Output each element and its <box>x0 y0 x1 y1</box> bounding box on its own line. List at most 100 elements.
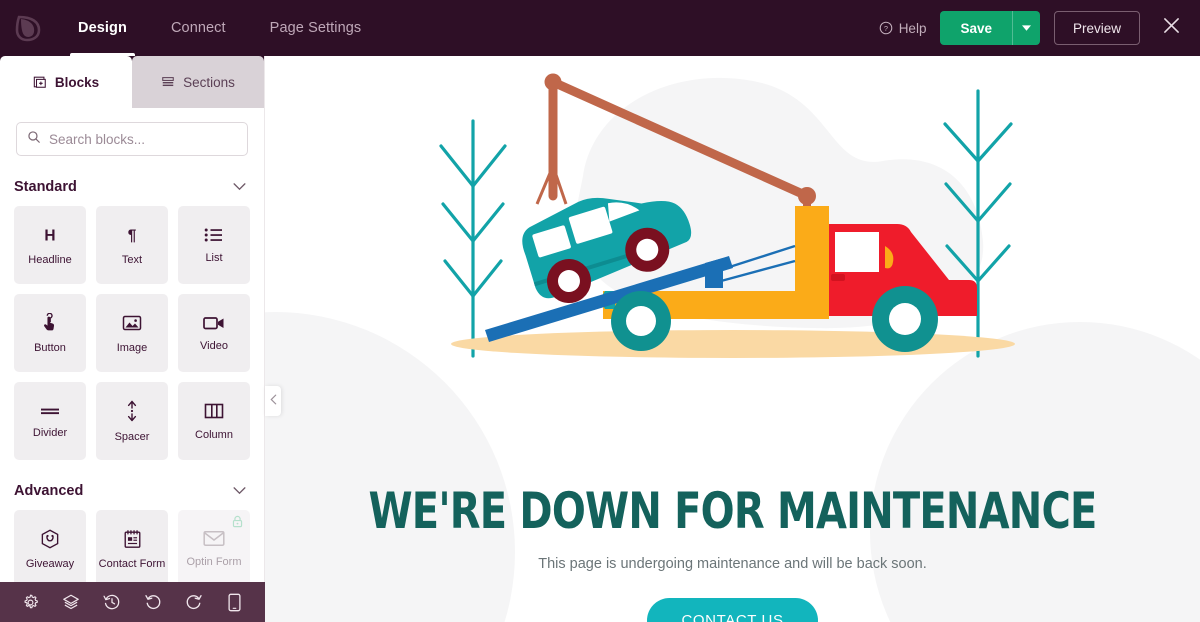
block-contact-form[interactable]: Contact Form <box>96 510 168 588</box>
page-canvas[interactable]: WE'RE DOWN FOR MAINTENANCE This page is … <box>265 56 1200 622</box>
help-button[interactable]: ? Help <box>879 20 927 36</box>
header-actions: ? Help Save Preview <box>879 11 1200 45</box>
giveaway-icon <box>40 528 60 549</box>
video-icon <box>203 315 225 331</box>
block-label: List <box>205 251 223 264</box>
layers-button[interactable] <box>56 587 86 617</box>
nav-item-page-settings[interactable]: Page Settings <box>248 0 384 56</box>
block-label: Divider <box>32 426 68 439</box>
gear-icon <box>22 594 39 611</box>
block-optin-form: Optin Form <box>178 510 250 588</box>
chevron-down-icon <box>233 482 246 500</box>
column-icon <box>204 402 224 420</box>
nav-label: Connect <box>170 20 226 36</box>
save-button-group: Save <box>940 11 1040 45</box>
leaf-logo-icon <box>13 13 43 43</box>
main-nav: Design Connect Page Settings <box>56 0 383 56</box>
block-label: Image <box>116 341 148 354</box>
undo-icon <box>144 593 162 611</box>
advanced-block-grid: Giveaway Contact Form Optin Form <box>0 510 264 588</box>
nav-item-connect[interactable]: Connect <box>149 0 248 56</box>
redo-icon <box>185 593 203 611</box>
bottom-toolbar <box>0 582 265 622</box>
logo[interactable] <box>0 13 56 43</box>
cta-wrapper: CONTACT US <box>265 598 1200 622</box>
search-area <box>0 108 264 166</box>
page-subtitle[interactable]: This page is undergoing maintenance and … <box>265 556 1200 572</box>
blocks-icon <box>33 75 47 89</box>
block-button[interactable]: Button <box>14 294 86 372</box>
envelope-icon <box>203 530 225 547</box>
headline-icon: H <box>40 225 60 245</box>
image-icon <box>122 313 142 333</box>
block-label: Spacer <box>114 430 150 443</box>
standard-block-grid: H Headline ¶ Text List Button Image Vide… <box>0 206 264 460</box>
block-label: Text <box>121 253 143 266</box>
contact-us-button[interactable]: CONTACT US <box>647 598 818 622</box>
left-sidebar: Blocks Sections Search blocks... Standar… <box>0 56 265 622</box>
nav-label: Page Settings <box>269 20 362 36</box>
block-video[interactable]: Video <box>178 294 250 372</box>
page-title[interactable]: WE'RE DOWN FOR MAINTENANCE <box>359 486 1107 536</box>
undo-button[interactable] <box>138 587 168 617</box>
spacer-icon <box>124 400 140 422</box>
page-builder-app: Design Connect Page Settings ? Help Save… <box>0 0 1200 622</box>
block-label: Column <box>195 428 233 441</box>
revision-history-button[interactable] <box>97 587 127 617</box>
group-header-standard[interactable]: Standard <box>0 166 264 206</box>
contact-form-icon <box>123 529 142 549</box>
block-label: Optin Form <box>186 556 242 568</box>
block-headline[interactable]: H Headline <box>14 206 86 284</box>
app-body: Blocks Sections Search blocks... Standar… <box>0 56 1200 622</box>
block-label: Giveaway <box>25 557 75 570</box>
tab-sections[interactable]: Sections <box>132 56 264 108</box>
mobile-icon <box>228 593 241 612</box>
hero-section: WE'RE DOWN FOR MAINTENANCE This page is … <box>265 486 1200 622</box>
search-box[interactable] <box>16 122 248 156</box>
tab-blocks[interactable]: Blocks <box>0 56 132 108</box>
block-text[interactable]: ¶ Text <box>96 206 168 284</box>
block-label: Video <box>200 339 228 352</box>
search-input[interactable] <box>49 131 237 147</box>
save-label: Save <box>960 20 992 36</box>
group-title: Advanced <box>14 483 84 499</box>
group-header-advanced[interactable]: Advanced <box>0 460 264 510</box>
history-icon <box>103 593 121 611</box>
preview-label: Preview <box>1072 20 1121 36</box>
question-circle-icon: ? <box>879 21 893 35</box>
list-icon <box>204 227 224 243</box>
block-divider[interactable]: Divider <box>14 382 86 460</box>
save-dropdown-button[interactable] <box>1011 11 1040 45</box>
tow-truck-illustration <box>265 56 1200 376</box>
nav-label: Design <box>78 20 127 36</box>
block-column[interactable]: Column <box>178 382 250 460</box>
chevron-down-icon <box>233 178 246 196</box>
caret-down-icon <box>1021 19 1031 37</box>
mobile-preview-button[interactable] <box>220 587 250 617</box>
chevron-left-icon <box>269 392 277 410</box>
block-giveaway[interactable]: Giveaway <box>14 510 86 588</box>
block-image[interactable]: Image <box>96 294 168 372</box>
app-header: Design Connect Page Settings ? Help Save… <box>0 0 1200 56</box>
redo-button[interactable] <box>179 587 209 617</box>
block-label: Contact Form <box>98 557 166 570</box>
block-list[interactable]: List <box>178 206 250 284</box>
button-click-icon <box>40 312 60 333</box>
svg-text:¶: ¶ <box>128 227 137 244</box>
layers-icon <box>62 593 80 611</box>
sections-icon <box>161 75 175 89</box>
close-button[interactable] <box>1156 13 1186 43</box>
sidebar-tabs: Blocks Sections <box>0 56 264 108</box>
block-spacer[interactable]: Spacer <box>96 382 168 460</box>
sidebar-collapse-handle[interactable] <box>265 386 281 416</box>
close-icon <box>1163 17 1180 39</box>
help-label: Help <box>898 20 927 36</box>
tab-label: Blocks <box>54 74 100 90</box>
nav-item-design[interactable]: Design <box>56 0 149 56</box>
save-button[interactable]: Save <box>940 11 1012 45</box>
pilcrow-icon: ¶ <box>122 225 142 245</box>
tab-label: Sections <box>183 74 235 90</box>
settings-button[interactable] <box>15 587 45 617</box>
group-title: Standard <box>14 179 77 195</box>
preview-button[interactable]: Preview <box>1053 11 1140 45</box>
